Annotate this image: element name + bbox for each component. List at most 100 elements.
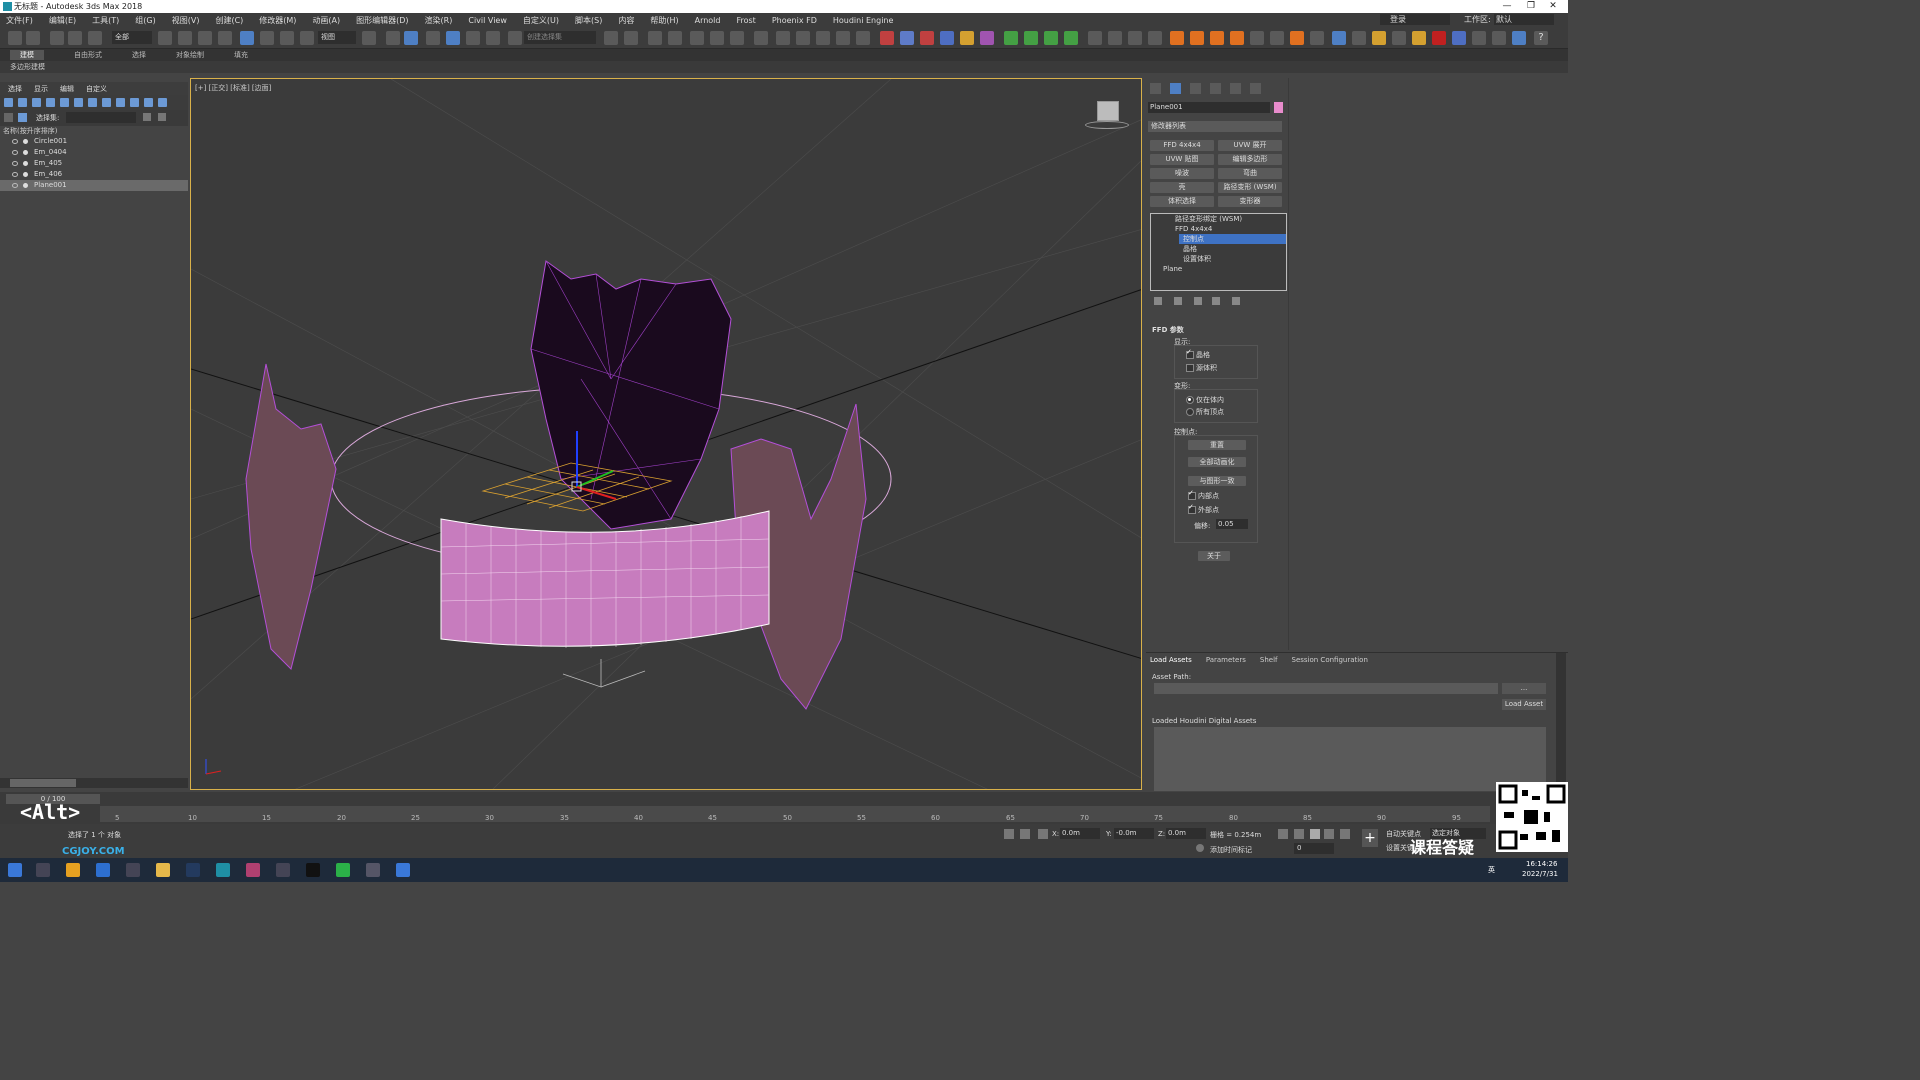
modify-tab-icon[interactable]	[1170, 83, 1181, 94]
stop-sim-icon[interactable]	[1128, 31, 1142, 45]
move-icon[interactable]	[240, 31, 254, 45]
select-manipulate-icon[interactable]	[386, 31, 400, 45]
utilities-tab-icon[interactable]	[1250, 83, 1261, 94]
current-frame-field[interactable]: 0	[1294, 843, 1334, 854]
absolute-mode-icon[interactable]	[1038, 829, 1048, 839]
se-menu-display[interactable]: 显示	[34, 84, 48, 94]
menu-animation[interactable]: 动画(A)	[312, 15, 340, 26]
filter-geometry-icon[interactable]	[4, 98, 13, 107]
menu-help[interactable]: 帮助(H)	[650, 15, 678, 26]
plugin-tool-10-icon[interactable]	[1064, 31, 1078, 45]
browse-button[interactable]: ...	[1502, 683, 1546, 694]
menu-graph-editors[interactable]: 图形编辑器(D)	[356, 15, 408, 26]
keyboard-shortcut-override-icon[interactable]	[404, 31, 418, 45]
timeline[interactable]: 0 / 100 5 10 15 20 25 30 35 40 45 50 55 …	[0, 792, 1568, 824]
unlink-icon[interactable]	[68, 31, 82, 45]
se-menu-customize[interactable]: 自定义	[86, 84, 107, 94]
menu-content[interactable]: 内容	[618, 15, 634, 26]
reference-coord-dropdown[interactable]: 视图	[318, 31, 356, 44]
viewcube[interactable]	[1085, 97, 1129, 131]
menu-phoenix-fd[interactable]: Phoenix FD	[772, 16, 817, 25]
selection-set-dropdown[interactable]	[66, 112, 136, 123]
modifier-list-dropdown[interactable]: 修改器列表	[1148, 121, 1282, 132]
clock-time[interactable]: 16:14:26	[1526, 860, 1557, 868]
ribbon-tab-selection[interactable]: 选择	[132, 50, 146, 60]
minimize-button[interactable]: —	[1496, 0, 1518, 13]
perspective-viewport[interactable]: [+] [正交] [标准] [边面]	[190, 78, 1142, 790]
window-crossing-icon[interactable]	[218, 31, 232, 45]
filter-shapes-icon[interactable]	[18, 98, 27, 107]
filter-helpers-icon[interactable]	[60, 98, 69, 107]
object-color-swatch[interactable]	[1274, 102, 1283, 113]
list-item[interactable]: Em_405	[0, 158, 188, 169]
ribbon-polygon-modeling[interactable]: 多边形建模	[10, 63, 45, 71]
y-coordinate-field[interactable]: -0.0m	[1114, 828, 1154, 839]
taskbar-app-icon[interactable]	[306, 863, 320, 877]
place-icon[interactable]	[300, 31, 314, 45]
search-icon[interactable]	[36, 863, 50, 877]
houdini-tool-4-icon[interactable]	[1392, 31, 1406, 45]
plugin-tool-8-icon[interactable]	[1024, 31, 1038, 45]
menu-create[interactable]: 创建(C)	[215, 15, 243, 26]
edit-poly-button[interactable]: 编辑多边形	[1218, 154, 1282, 165]
key-mode-icon[interactable]: +	[1362, 829, 1378, 847]
layers-icon[interactable]	[4, 113, 13, 122]
list-item[interactable]: Circle001	[0, 136, 188, 147]
offset-spinner[interactable]: 0.05	[1216, 519, 1248, 529]
workspace-dropdown[interactable]: 默认	[1494, 14, 1554, 25]
uvw-unwrap-button[interactable]: UVW 展开	[1218, 140, 1282, 151]
filter-groups-icon[interactable]	[88, 98, 97, 107]
menu-rendering[interactable]: 渲染(R)	[425, 15, 453, 26]
configure-modifier-sets-icon[interactable]	[1232, 297, 1240, 305]
menu-arnold[interactable]: Arnold	[695, 16, 721, 25]
go-to-start-icon[interactable]	[1278, 829, 1288, 839]
ribbon-tab-populate[interactable]: 填充	[234, 50, 248, 60]
pause-sim-icon[interactable]	[1108, 31, 1122, 45]
sign-in-dropdown[interactable]: 登录	[1380, 14, 1450, 25]
menu-file[interactable]: 文件(F)	[6, 15, 33, 26]
menu-group[interactable]: 组(G)	[135, 15, 155, 26]
menu-frost[interactable]: Frost	[736, 16, 755, 25]
isolate-icon[interactable]	[1004, 829, 1014, 839]
file-explorer-icon[interactable]	[156, 863, 170, 877]
filter-spacewarps-icon[interactable]	[74, 98, 83, 107]
hierarchy-icon[interactable]	[18, 113, 27, 122]
time-tag-icon[interactable]	[1196, 844, 1204, 852]
go-to-end-icon[interactable]	[1340, 829, 1350, 839]
list-item[interactable]: Em_406	[0, 169, 188, 180]
ffd-4x4x4-button[interactable]: FFD 4x4x4	[1150, 140, 1214, 151]
path-deform-wsm-button[interactable]: 路径变形 (WSM)	[1218, 182, 1282, 193]
make-unique-icon[interactable]	[1194, 297, 1202, 305]
object-name-field[interactable]: Plane001	[1148, 102, 1270, 113]
vol-select-button[interactable]: 体积选择	[1150, 196, 1214, 207]
ribbon-tab-freeform[interactable]: 自由形式	[74, 50, 102, 60]
houdini-tool-10-icon[interactable]	[1512, 31, 1526, 45]
taskbar-app-icon[interactable]	[96, 863, 110, 877]
filter-lights-icon[interactable]	[32, 98, 41, 107]
filter-hidden-icon[interactable]	[158, 98, 167, 107]
conform-to-shape-button[interactable]: 与图形一致	[1188, 476, 1246, 486]
phoenix-fire-icon[interactable]	[1170, 31, 1184, 45]
eye-icon[interactable]	[12, 183, 18, 188]
phoenix-smoke-icon[interactable]	[1190, 31, 1204, 45]
plugin-tool-7-icon[interactable]	[1004, 31, 1018, 45]
edit-named-selection-icon[interactable]	[508, 31, 522, 45]
eye-icon[interactable]	[12, 150, 18, 155]
mirror-icon[interactable]	[604, 31, 618, 45]
redo-icon[interactable]	[26, 31, 40, 45]
plugin-tool-4-icon[interactable]	[940, 31, 954, 45]
align-icon[interactable]	[624, 31, 638, 45]
taskbar-app-icon[interactable]	[246, 863, 260, 877]
only-in-volume-radio[interactable]: 仅在体内	[1186, 395, 1224, 405]
start-icon[interactable]	[8, 863, 22, 877]
houdini-scrollbar[interactable]	[1556, 653, 1566, 793]
ribbon-toggle-icon[interactable]	[690, 31, 704, 45]
taskbar-app-icon[interactable]	[396, 863, 410, 877]
houdini-tool-3-icon[interactable]	[1372, 31, 1386, 45]
inside-points-checkbox[interactable]: 内部点	[1188, 489, 1219, 501]
photoshop-icon[interactable]	[186, 863, 200, 877]
display-tab-icon[interactable]	[1230, 83, 1241, 94]
houdini-tool-7-icon[interactable]	[1452, 31, 1466, 45]
animate-all-button[interactable]: 全部动画化	[1188, 457, 1246, 467]
stack-item-set-volume[interactable]: 设置体积	[1151, 254, 1286, 264]
